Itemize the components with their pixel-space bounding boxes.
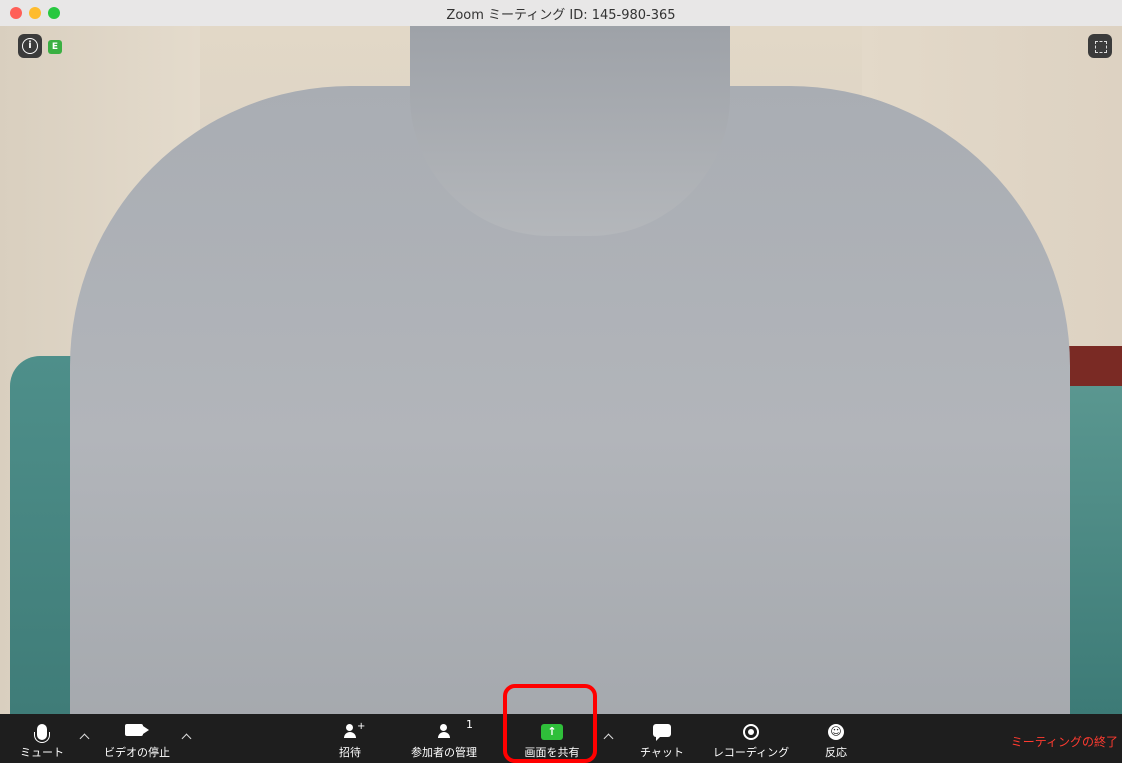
- info-icon[interactable]: i: [18, 34, 42, 58]
- reactions-button[interactable]: ☺ 反応: [814, 714, 858, 763]
- manage-participants-button[interactable]: 1 参加者の管理: [406, 714, 482, 763]
- mute-button[interactable]: ミュート: [14, 714, 70, 763]
- share-screen-button[interactable]: ↑ 画面を共有: [520, 714, 584, 763]
- encryption-badge: E: [48, 40, 62, 54]
- video-feed: [0, 26, 1122, 714]
- minimize-window-button[interactable]: [29, 7, 41, 19]
- chat-icon: [653, 724, 671, 741]
- share-screen-icon: ↑: [541, 724, 563, 740]
- stop-video-button[interactable]: ビデオの停止: [94, 714, 180, 763]
- record-button[interactable]: レコーディング: [706, 714, 796, 763]
- title-bar: Zoom ミーティング ID: 145-980-365: [0, 0, 1122, 27]
- audio-options-caret[interactable]: [80, 732, 90, 742]
- end-meeting-button[interactable]: ミーティングの終了: [1011, 733, 1118, 750]
- reactions-icon: ☺: [828, 724, 844, 740]
- participants-icon: 1: [438, 718, 473, 738]
- invite-icon: +: [344, 722, 365, 738]
- video-camera-icon: [125, 724, 149, 736]
- meeting-toolbar: ミュート ビデオの停止 + 招待 1 参加者の管理 ↑ 画面を共有 チャット レ…: [0, 714, 1122, 763]
- participants-count: 1: [466, 718, 473, 731]
- record-icon: [743, 724, 759, 740]
- share-options-caret[interactable]: [604, 732, 614, 742]
- microphone-icon: [34, 724, 50, 743]
- close-window-button[interactable]: [10, 7, 22, 19]
- chat-button[interactable]: チャット: [634, 714, 690, 763]
- invite-button[interactable]: + 招待: [327, 714, 373, 763]
- window-title: Zoom ミーティング ID: 145-980-365: [446, 7, 676, 23]
- video-options-caret[interactable]: [182, 732, 192, 742]
- fullscreen-icon[interactable]: [1088, 34, 1112, 58]
- zoom-window-button[interactable]: [48, 7, 60, 19]
